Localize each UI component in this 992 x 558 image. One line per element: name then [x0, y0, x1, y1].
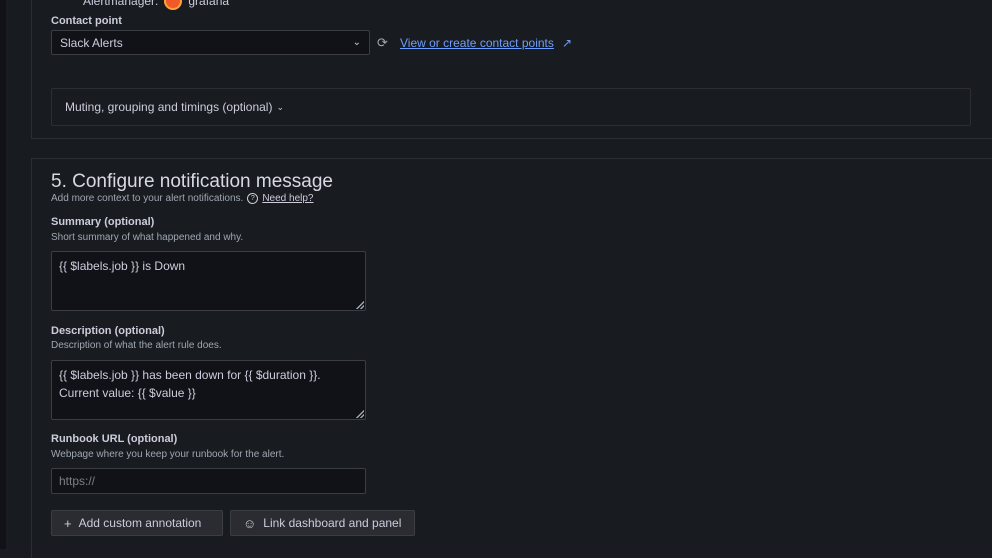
description-label: Description (optional): [51, 325, 165, 337]
runbook-description: Webpage where you keep your runbook for …: [51, 449, 285, 460]
description-textarea[interactable]: {{ $labels.job }} has been down for {{ $…: [51, 360, 366, 420]
description-value-line1: {{ $labels.job }} has been down for {{ $…: [59, 368, 321, 382]
section-subtitle: Add more context to your alert notificat…: [51, 193, 244, 204]
add-annotation-label: Add custom annotation: [78, 516, 202, 530]
link-dashboard-label: Link dashboard and panel: [263, 516, 402, 530]
add-custom-annotation-button[interactable]: + Add custom annotation: [51, 510, 223, 536]
muting-grouping-toggle[interactable]: Muting, grouping and timings (optional) …: [51, 88, 971, 126]
refresh-icon[interactable]: ⟳: [377, 36, 391, 50]
runbook-placeholder: https://: [59, 474, 96, 488]
description-value-line2: Current value: {{ $value }}: [59, 386, 196, 400]
dashboard-link-icon: ☺: [243, 515, 257, 531]
muting-label: Muting, grouping and timings (optional): [65, 100, 273, 114]
summary-textarea[interactable]: {{ $labels.job }} is Down: [51, 251, 366, 311]
contact-point-value: Slack Alerts: [60, 35, 123, 50]
plus-icon: +: [64, 515, 72, 531]
runbook-label: Runbook URL (optional): [51, 433, 178, 445]
section-subtitle-row: Add more context to your alert notificat…: [51, 193, 313, 204]
external-link-icon[interactable]: ↗: [562, 36, 572, 50]
description-help: Description of what the alert rule does.: [51, 340, 222, 351]
runbook-url-input[interactable]: https://: [51, 468, 366, 494]
chevron-down-icon: ⌄: [352, 37, 361, 48]
link-dashboard-button[interactable]: ☺ Link dashboard and panel: [230, 510, 415, 536]
alertmanager-row: Alertmanager: grafana: [83, 0, 229, 10]
need-help-link[interactable]: Need help?: [262, 193, 313, 204]
chevron-down-icon: ⌄: [276, 101, 284, 112]
grafana-logo-icon: [164, 0, 183, 10]
resize-handle-icon[interactable]: [356, 301, 364, 309]
alertmanager-label: Alertmanager:: [83, 0, 159, 8]
summary-value: {{ $labels.job }} is Down: [59, 259, 186, 273]
section-heading: 5. Configure notification message: [51, 171, 333, 192]
question-circle-icon: ?: [247, 193, 259, 204]
contact-point-label: Contact point: [51, 15, 122, 27]
alertmanager-name: grafana: [188, 0, 230, 8]
notification-message-section: [31, 158, 992, 558]
left-rail: [0, 0, 6, 549]
contact-points-link[interactable]: View or create contact points: [400, 36, 554, 50]
summary-description: Short summary of what happened and why.: [51, 232, 244, 243]
resize-handle-icon[interactable]: [356, 410, 364, 418]
contact-point-select[interactable]: Slack Alerts ⌄: [51, 30, 370, 55]
summary-label: Summary (optional): [51, 216, 155, 228]
